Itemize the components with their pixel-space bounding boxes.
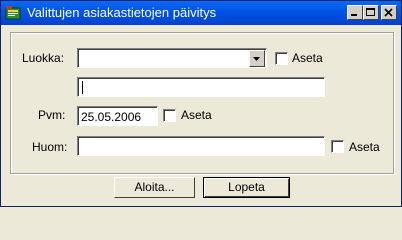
pvm-aseta-label[interactable]: Aseta [181, 108, 212, 122]
app-icon [5, 5, 21, 21]
chevron-down-icon [253, 57, 260, 61]
title-bar[interactable]: Valittujen asiakastietojen päivitys [1, 1, 401, 25]
text-input[interactable] [77, 77, 325, 97]
close-button[interactable] [381, 5, 397, 20]
dialog-window: Valittujen asiakastietojen päivitys Luok… [0, 0, 402, 207]
maximize-icon [366, 8, 375, 16]
luokka-aseta-checkbox[interactable] [275, 52, 288, 65]
window-title: Valittujen asiakastietojen päivitys [27, 5, 217, 20]
huom-aseta-label[interactable]: Aseta [349, 140, 380, 154]
luokka-combobox[interactable] [77, 48, 267, 68]
luokka-dropdown-button[interactable] [249, 50, 265, 67]
minimize-icon [351, 14, 357, 16]
close-icon [384, 8, 393, 17]
close-dialog-button[interactable]: Lopeta [203, 177, 290, 198]
luokka-label: Luokka: [22, 51, 65, 65]
pvm-value: 25.05.2006 [81, 110, 142, 124]
pvm-aseta-checkbox[interactable] [163, 109, 176, 122]
start-button[interactable]: Aloita... [114, 177, 195, 198]
pvm-date-input[interactable]: 25.05.2006 [77, 106, 158, 126]
maximize-button[interactable] [363, 5, 379, 20]
huom-input[interactable] [77, 136, 325, 156]
huom-aseta-checkbox[interactable] [331, 140, 344, 153]
huom-label: Huom: [32, 140, 68, 154]
luokka-aseta-label[interactable]: Aseta [292, 51, 323, 65]
pvm-label: Pvm: [38, 108, 66, 122]
minimize-button[interactable] [347, 5, 363, 20]
text-cursor [82, 81, 83, 94]
